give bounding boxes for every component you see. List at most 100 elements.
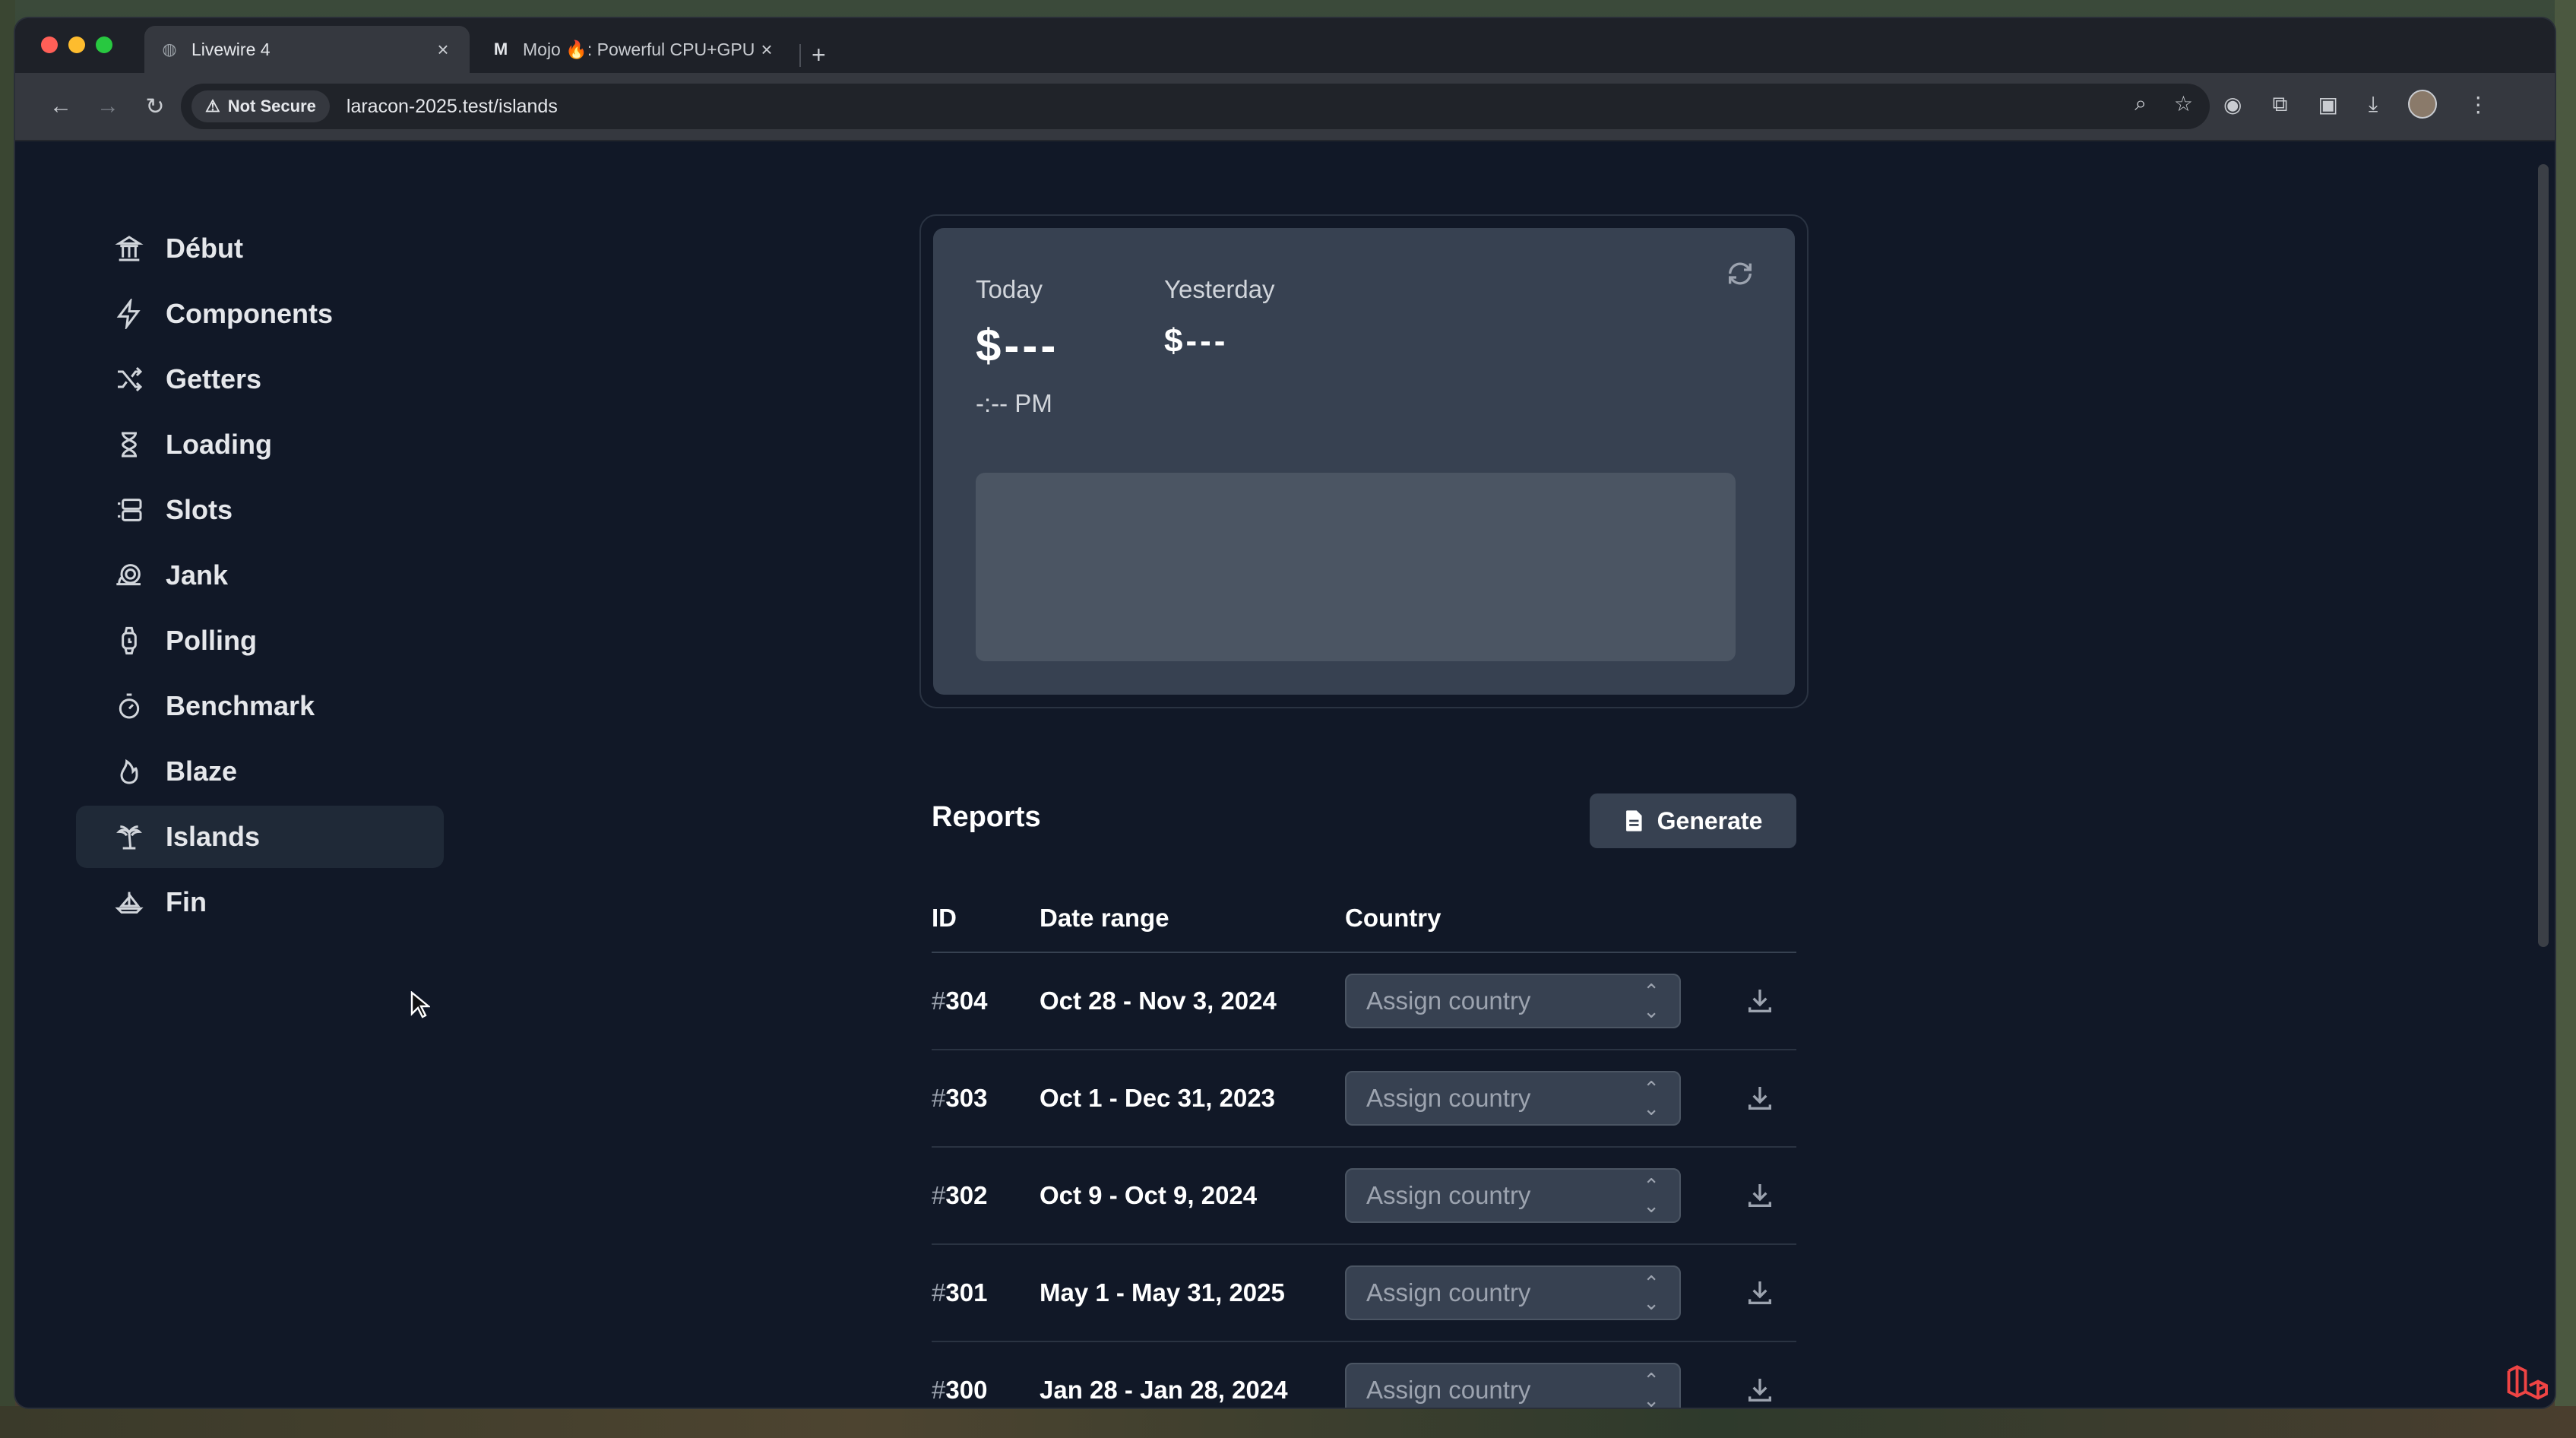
country-select[interactable]: Assign country ⌃ ⌄	[1345, 1265, 1681, 1320]
download-icon	[1748, 1281, 1771, 1304]
table-header: ID Date range Country	[932, 885, 1796, 953]
download-report-button[interactable]	[1723, 1180, 1796, 1211]
sailboat-icon	[112, 885, 146, 919]
snail-icon	[112, 559, 146, 592]
sidepanel-icon[interactable]: ▣	[2318, 92, 2337, 117]
sidebar-item-debut[interactable]: Début	[76, 217, 444, 280]
generate-label: Generate	[1657, 806, 1763, 835]
page-scrollbar[interactable]	[2538, 164, 2549, 947]
globe-icon: ◍	[162, 40, 177, 59]
flame-icon	[112, 755, 146, 788]
tab-strip: ◍ Livewire 4 × M Mojo 🔥: Powerful CPU+GP…	[15, 18, 2555, 73]
maximize-window-button[interactable]	[96, 36, 112, 53]
sidebar-item-label: Components	[166, 298, 333, 329]
sidebar-item-blaze[interactable]: Blaze	[76, 740, 444, 803]
chevron-up-down-icon: ⌃ ⌄	[1643, 1077, 1660, 1120]
bolt-icon	[112, 297, 146, 331]
palm-tree-icon	[112, 820, 146, 854]
table-row: #300 Jan 28 - Jan 28, 2024 Assign countr…	[932, 1342, 1796, 1408]
country-select[interactable]: Assign country ⌃ ⌄	[1345, 974, 1681, 1028]
report-date-range: Jan 28 - Jan 28, 2024	[1040, 1376, 1288, 1404]
chevron-up-down-icon: ⌃ ⌄	[1643, 1174, 1660, 1217]
download-report-button[interactable]	[1723, 1375, 1796, 1405]
sidebar-item-islands[interactable]: Islands	[76, 806, 444, 868]
security-label: Not Secure	[227, 97, 316, 116]
new-tab-button[interactable]: +	[812, 41, 826, 69]
sidebar-item-components[interactable]: Components	[76, 283, 444, 345]
sidebar-item-getters[interactable]: Getters	[76, 348, 444, 410]
laravel-logo-icon	[2507, 1365, 2548, 1400]
sidebar-item-label: Getters	[166, 363, 262, 394]
download-report-button[interactable]	[1723, 986, 1796, 1016]
report-id: #300	[932, 1376, 988, 1404]
sidebar-item-label: Jank	[166, 559, 229, 591]
today-value: $---	[976, 320, 1059, 371]
download-report-button[interactable]	[1723, 1083, 1796, 1113]
report-date-range: Oct 9 - Oct 9, 2024	[1040, 1181, 1258, 1209]
reports-table: ID Date range Country #304 Oct 28 - Nov …	[932, 885, 1796, 1408]
yesterday-value: $---	[1164, 322, 1229, 360]
close-window-button[interactable]	[41, 36, 58, 53]
window-controls	[41, 36, 112, 53]
table-row: #302 Oct 9 - Oct 9, 2024 Assign country ⌃…	[932, 1148, 1796, 1245]
menu-kebab-icon[interactable]: ⋮	[2467, 92, 2489, 117]
country-select[interactable]: Assign country ⌃ ⌄	[1345, 1071, 1681, 1126]
document-icon	[1625, 810, 1642, 831]
refresh-icon[interactable]	[1725, 258, 1755, 289]
url-text[interactable]: laracon-2025.test/islands	[347, 96, 558, 118]
sidebar-item-label: Benchmark	[166, 690, 315, 721]
tab-mojo[interactable]: M Mojo 🔥: Powerful CPU+GPU ×	[476, 26, 793, 73]
sidebar-item-fin[interactable]: Fin	[76, 871, 444, 933]
table-row: #303 Oct 1 - Dec 31, 2023 Assign country…	[932, 1050, 1796, 1148]
zoom-icon[interactable]: ⌕	[2135, 91, 2147, 116]
revenue-card-inner: Today Yesterday $--- $--- -:-- PM	[933, 228, 1795, 695]
column-header-date-range: Date range	[1040, 904, 1169, 932]
reports-title: Reports	[932, 801, 1041, 833]
back-button[interactable]: ←	[44, 90, 78, 123]
report-date-range: May 1 - May 31, 2025	[1040, 1278, 1285, 1307]
yesterday-label: Yesterday	[1164, 275, 1275, 303]
tab-close-icon[interactable]: ×	[755, 38, 778, 62]
bookmark-star-icon[interactable]: ☆	[2174, 91, 2193, 116]
page-viewport: Début Components Getters Loading Slots J…	[15, 141, 2555, 1408]
mojo-favicon-icon: M	[493, 40, 508, 59]
download-icon	[1748, 990, 1771, 1012]
profile-avatar[interactable]	[2408, 90, 2438, 119]
download-icon	[1748, 1087, 1771, 1110]
sidebar-item-loading[interactable]: Loading	[76, 413, 444, 476]
sidebar-item-slots[interactable]: Slots	[76, 479, 444, 541]
report-id: #302	[932, 1181, 988, 1209]
tab-title: Livewire 4	[191, 39, 271, 59]
security-indicator[interactable]: ⚠ Not Secure	[191, 90, 330, 122]
tab-close-icon[interactable]: ×	[432, 38, 454, 62]
reload-button[interactable]: ↻	[138, 90, 172, 123]
sidebar-item-label: Islands	[166, 821, 261, 852]
sidebar-item-polling[interactable]: Polling	[76, 610, 444, 672]
report-id: #301	[932, 1278, 988, 1307]
country-select[interactable]: Assign country ⌃ ⌄	[1345, 1363, 1681, 1408]
address-bar[interactable]: ⚠ Not Secure laracon-2025.test/islands ⌕…	[181, 84, 2210, 129]
sidebar-item-label: Polling	[166, 625, 257, 656]
sidebar-nav: Début Components Getters Loading Slots J…	[76, 217, 444, 936]
shuffle-icon	[112, 363, 146, 396]
country-select[interactable]: Assign country ⌃ ⌄	[1345, 1168, 1681, 1223]
puzzle-icon[interactable]: ⧉	[2272, 92, 2287, 117]
tab-title: Mojo 🔥: Powerful CPU+GPU	[523, 39, 755, 59]
browser-window: ◍ Livewire 4 × M Mojo 🔥: Powerful CPU+GP…	[15, 18, 2555, 1408]
table-row: #304 Oct 28 - Nov 3, 2024 Assign country…	[932, 953, 1796, 1050]
report-id: #304	[932, 987, 988, 1015]
download-report-button[interactable]	[1723, 1278, 1796, 1308]
last-updated-time: -:-- PM	[976, 389, 1052, 417]
forward-button[interactable]: →	[91, 90, 125, 123]
slots-icon	[112, 493, 146, 527]
sidebar-item-label: Loading	[166, 429, 272, 460]
generate-button[interactable]: Generate	[1590, 793, 1796, 848]
sidebar-item-benchmark[interactable]: Benchmark	[76, 675, 444, 737]
chevron-up-down-icon: ⌃ ⌄	[1643, 1272, 1660, 1314]
extension-icon[interactable]: ◉	[2223, 92, 2242, 117]
tab-livewire[interactable]: ◍ Livewire 4 ×	[144, 26, 470, 73]
minimize-window-button[interactable]	[68, 36, 85, 53]
sidebar-item-jank[interactable]: Jank	[76, 544, 444, 607]
download-icon[interactable]: ⤓	[2369, 92, 2378, 117]
today-label: Today	[976, 275, 1043, 303]
